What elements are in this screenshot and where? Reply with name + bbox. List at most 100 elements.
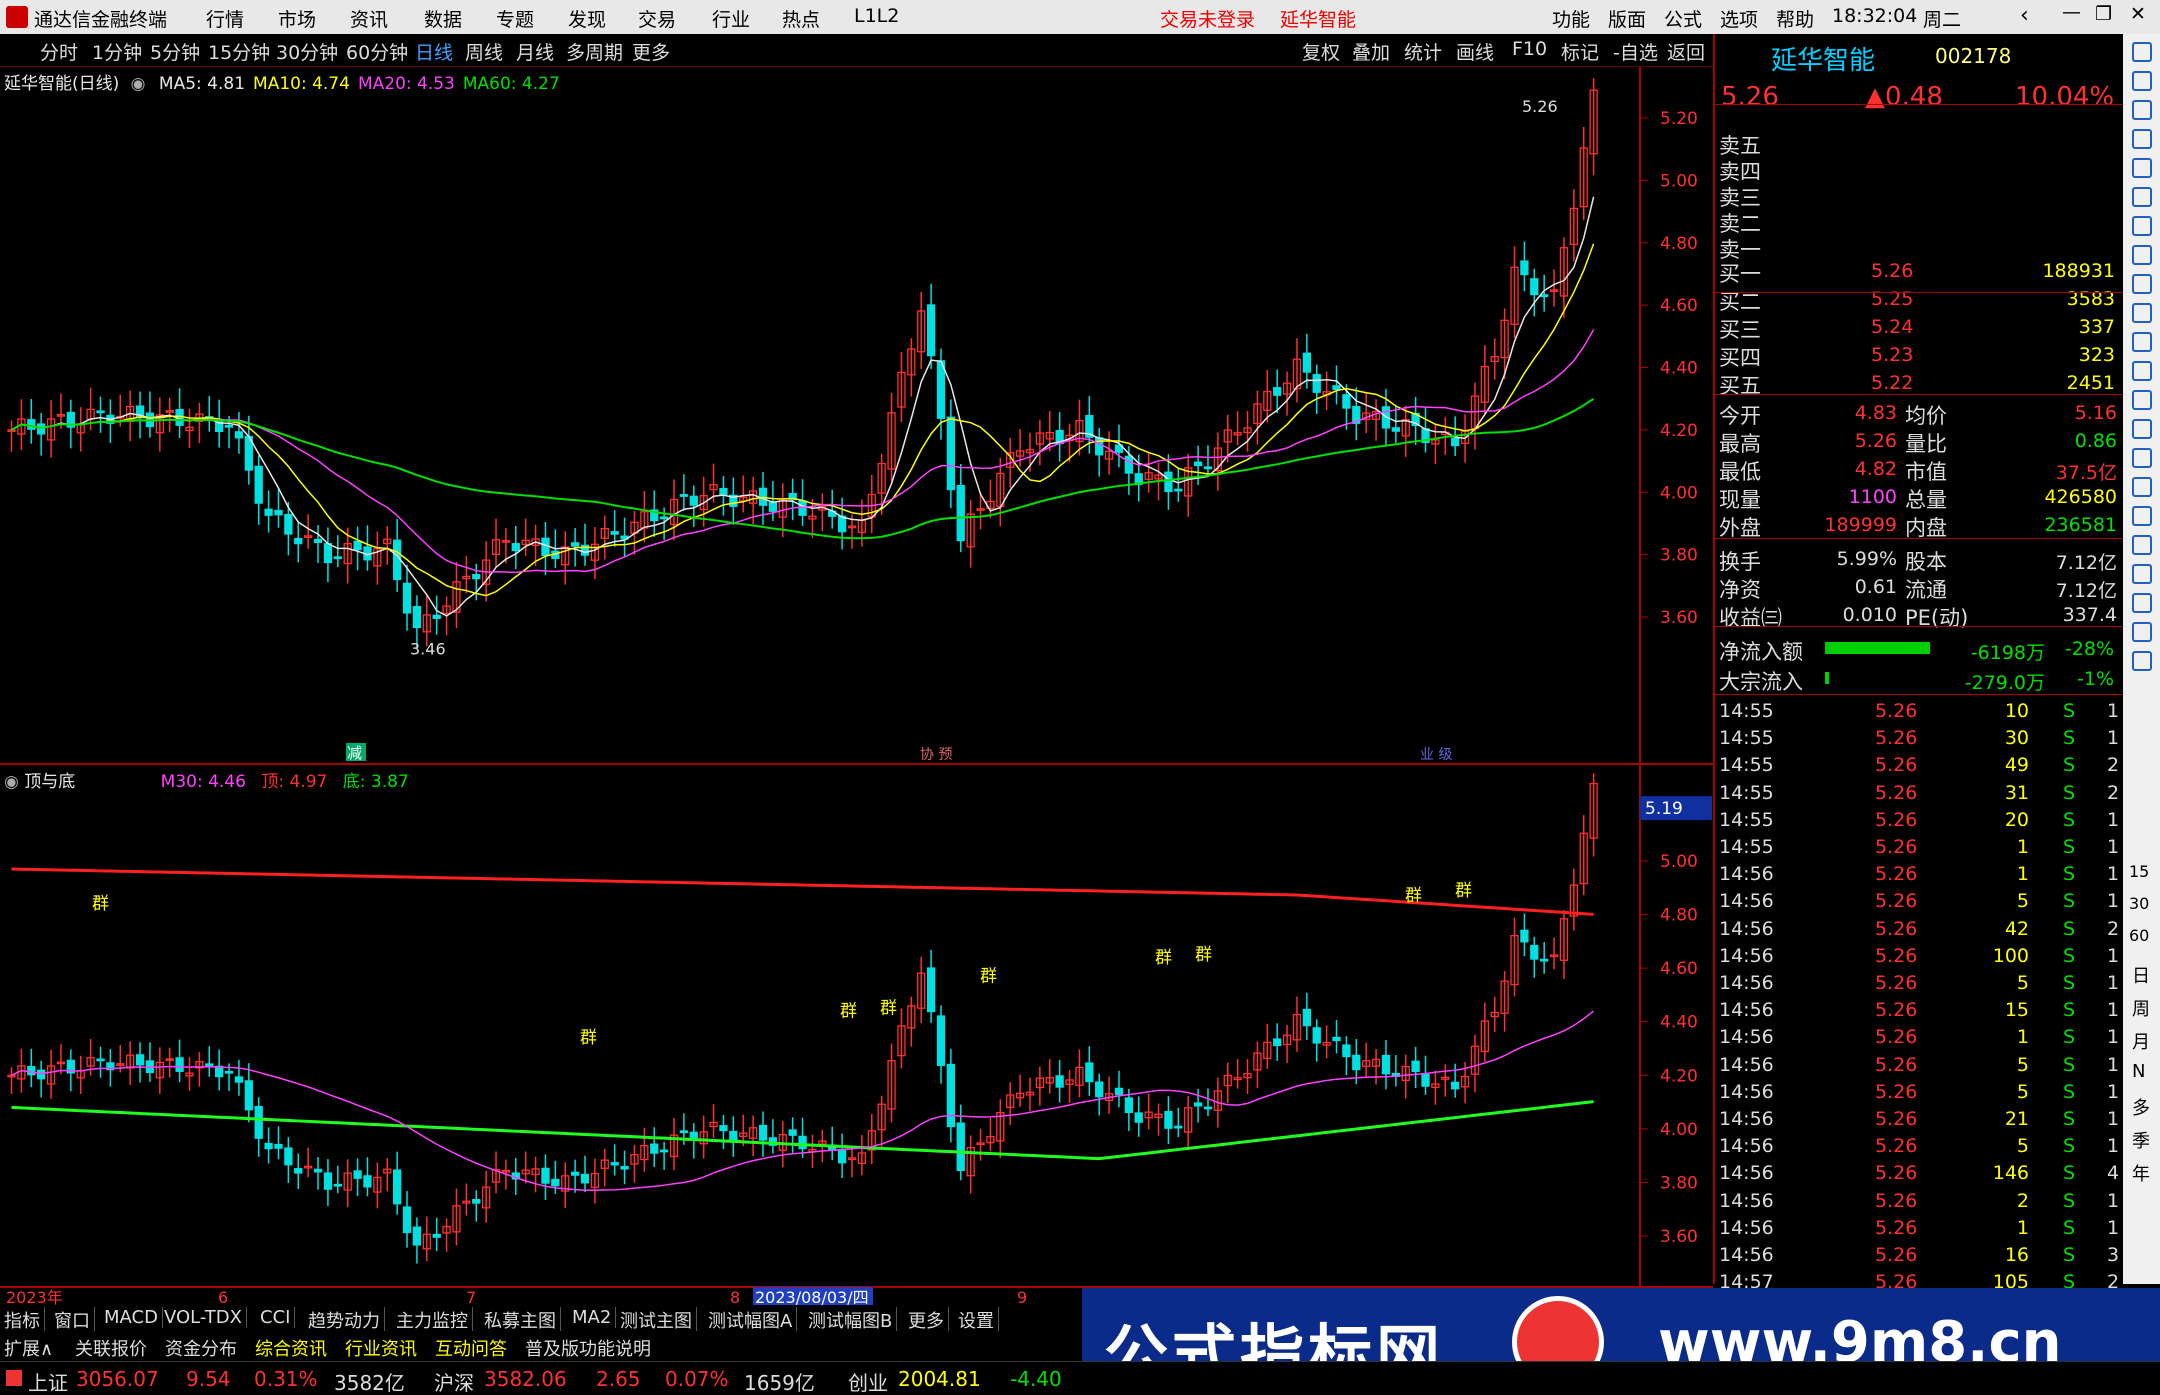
menu-7[interactable]: 行业: [712, 5, 750, 32]
side-period-1[interactable]: 周: [2132, 995, 2150, 1021]
period-0[interactable]: 分时: [40, 38, 78, 65]
side-tool-icon[interactable]: [2132, 42, 2152, 62]
menu-6[interactable]: 交易: [638, 5, 676, 32]
period-1[interactable]: 1分钟: [92, 38, 142, 65]
indicator-tab-2[interactable]: MACD: [104, 1307, 163, 1328]
tool-5[interactable]: 标记: [1561, 38, 1599, 65]
index-p[interactable]: 0.07%: [665, 1367, 729, 1391]
index-n[interactable]: 上证: [28, 1367, 68, 1395]
index-c[interactable]: 2.65: [596, 1367, 641, 1391]
tool-7[interactable]: 返回: [1667, 38, 1705, 65]
side-tool-icon[interactable]: [2132, 216, 2152, 236]
side-period-num[interactable]: 15: [2129, 862, 2149, 881]
side-tool-icon[interactable]: [2132, 419, 2152, 439]
period-9[interactable]: 多周期: [566, 38, 623, 65]
kline-chart[interactable]: 5.20 5.00 4.80 4.60 4.40 4.20 4.00 3.80 3.60 5.00…: [0, 67, 1713, 1305]
index-p[interactable]: 0.31%: [254, 1367, 318, 1391]
side-tool-icon[interactable]: [2132, 187, 2152, 207]
indicator-tab-5[interactable]: 趋势动力: [308, 1307, 385, 1333]
side-tool-icon[interactable]: [2132, 129, 2152, 149]
menu-8[interactable]: 热点: [782, 5, 820, 32]
side-period-0[interactable]: 日: [2132, 962, 2150, 988]
menu-5[interactable]: 发现: [568, 5, 606, 32]
period-6[interactable]: 日线: [415, 38, 453, 65]
side-tool-icon[interactable]: [2132, 100, 2152, 120]
menu-2[interactable]: 资讯: [350, 5, 388, 32]
index-n[interactable]: 沪深: [434, 1367, 474, 1395]
index-a[interactable]: 3582亿: [334, 1367, 405, 1395]
period-7[interactable]: 周线: [465, 38, 503, 65]
right-menu-2[interactable]: 公式: [1664, 5, 1702, 32]
indicator-tab-6[interactable]: 主力监控: [396, 1307, 473, 1333]
indicator-tab-12[interactable]: 更多: [908, 1307, 949, 1333]
index-a[interactable]: 1659亿: [744, 1367, 815, 1395]
right-menu-0[interactable]: 功能: [1552, 5, 1590, 32]
login-status[interactable]: 交易未登录: [1160, 5, 1255, 32]
indicator-tab-4[interactable]: CCI: [260, 1307, 296, 1328]
side-period-3[interactable]: N: [2132, 1061, 2145, 1082]
indicator-tab-3[interactable]: VOL-TDX: [164, 1307, 247, 1328]
period-10[interactable]: 更多: [632, 38, 670, 65]
ext-tab-6[interactable]: 普及版功能说明: [525, 1335, 651, 1361]
ext-tab-0[interactable]: 扩展∧: [4, 1335, 53, 1361]
indicator-tab-11[interactable]: 测试幅图B: [808, 1307, 898, 1333]
side-tool-icon[interactable]: [2132, 158, 2152, 178]
minimize-icon[interactable]: —: [2062, 1, 2081, 23]
side-tool-icon[interactable]: [2132, 506, 2152, 526]
side-tool-icon[interactable]: [2132, 390, 2152, 410]
side-tool-icon[interactable]: [2132, 593, 2152, 613]
tool-2[interactable]: 统计: [1404, 38, 1442, 65]
index-v[interactable]: 3056.07: [76, 1367, 159, 1391]
side-tool-icon[interactable]: [2132, 622, 2152, 642]
period-8[interactable]: 月线: [516, 38, 554, 65]
indicator-tab-0[interactable]: 指标: [4, 1307, 45, 1333]
right-menu-4[interactable]: 帮助: [1776, 5, 1814, 32]
tool-4[interactable]: F10: [1512, 38, 1547, 60]
indicator-tab-8[interactable]: MA2: [572, 1307, 617, 1328]
ext-tab-3[interactable]: 综合资讯: [255, 1335, 327, 1361]
tool-6[interactable]: -自选: [1613, 38, 1658, 65]
side-tool-icon[interactable]: [2132, 361, 2152, 381]
ext-tab-4[interactable]: 行业资讯: [345, 1335, 417, 1361]
right-menu-1[interactable]: 版面: [1608, 5, 1646, 32]
side-tool-icon[interactable]: [2132, 651, 2152, 671]
side-tool-icon[interactable]: [2132, 332, 2152, 352]
menu-3[interactable]: 数据: [424, 5, 462, 32]
ext-tab-2[interactable]: 资金分布: [165, 1335, 237, 1361]
index-v[interactable]: 2004.81: [898, 1367, 981, 1391]
settings-circle-icon[interactable]: ◉: [131, 74, 146, 94]
index-v[interactable]: 3582.06: [484, 1367, 567, 1391]
indicator-tab-10[interactable]: 测试幅图A: [708, 1307, 798, 1333]
side-period-4[interactable]: 多: [2132, 1094, 2150, 1120]
back-icon[interactable]: ‹: [2020, 3, 2029, 28]
period-4[interactable]: 30分钟: [276, 38, 338, 65]
side-tool-icon[interactable]: [2132, 477, 2152, 497]
menu-9[interactable]: L1L2: [854, 5, 899, 27]
indicator-tab-13[interactable]: 设置: [958, 1307, 999, 1333]
restore-icon[interactable]: ❐: [2095, 3, 2112, 25]
side-tool-icon[interactable]: [2132, 274, 2152, 294]
ext-tab-1[interactable]: 关联报价: [75, 1335, 147, 1361]
indicator-tab-9[interactable]: 测试主图: [620, 1307, 697, 1333]
tool-3[interactable]: 画线: [1456, 38, 1494, 65]
index-c[interactable]: 9.54: [186, 1367, 231, 1391]
side-tool-icon[interactable]: [2132, 303, 2152, 323]
tool-0[interactable]: 复权: [1302, 38, 1340, 65]
indicator-tab-1[interactable]: 窗口: [54, 1307, 95, 1333]
side-tool-icon[interactable]: [2132, 71, 2152, 91]
menu-1[interactable]: 市场: [278, 5, 316, 32]
index-c[interactable]: -4.40: [1010, 1367, 1062, 1391]
menu-4[interactable]: 专题: [496, 5, 534, 32]
side-tool-icon[interactable]: [2132, 564, 2152, 584]
ext-tab-5[interactable]: 互动问答: [435, 1335, 507, 1361]
side-period-5[interactable]: 季: [2132, 1127, 2150, 1153]
close-icon[interactable]: ✕: [2130, 3, 2146, 25]
side-period-2[interactable]: 月: [2132, 1028, 2150, 1054]
side-period-num[interactable]: 30: [2129, 894, 2149, 913]
right-menu-3[interactable]: 选项: [1720, 5, 1758, 32]
menu-0[interactable]: 行情: [206, 5, 244, 32]
period-5[interactable]: 60分钟: [346, 38, 408, 65]
side-tool-icon[interactable]: [2132, 448, 2152, 468]
side-period-6[interactable]: 年: [2132, 1160, 2150, 1186]
indicator-tab-7[interactable]: 私募主图: [484, 1307, 561, 1333]
